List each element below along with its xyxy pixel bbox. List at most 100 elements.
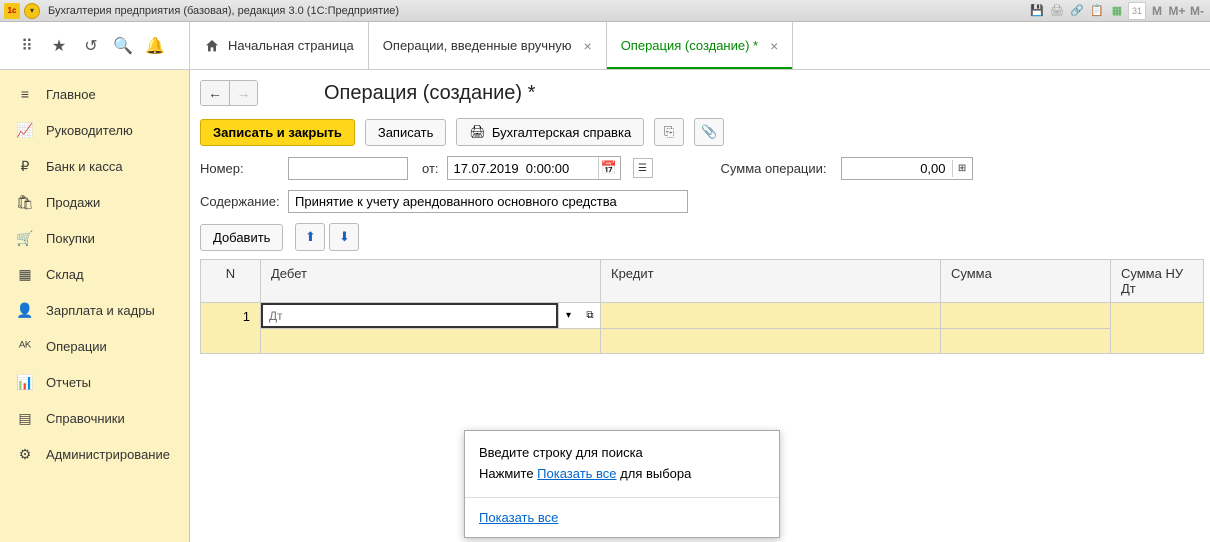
sidebar-item-bank[interactable]: ₽ Банк и касса: [0, 148, 189, 184]
tab-label: Операция (создание) *: [621, 38, 758, 53]
nav-arrows: ← →: [200, 80, 258, 106]
sidebar: ≡Главное 📈 Руководителю ₽ Банк и касса 🛍Пр…: [0, 70, 190, 542]
sidebar-item-operations[interactable]: ᴬᴷОперации: [0, 328, 189, 364]
sum-cell-2[interactable]: [941, 329, 1110, 353]
link-icon[interactable]: 🔗: [1068, 2, 1086, 20]
sidebar-item-warehouse[interactable]: ▦ Склад: [0, 256, 189, 292]
tab-home[interactable]: Начальная страница: [190, 22, 369, 69]
show-all-link[interactable]: Показать все: [479, 510, 558, 525]
move-up-button[interactable]: ⬆: [295, 223, 325, 251]
acct-report-label: Бухгалтерская справка: [492, 125, 631, 140]
debit-subconto[interactable]: [261, 329, 600, 353]
credit-subconto-cell[interactable]: [601, 329, 940, 353]
main-content: ← → Операция (создание) * Записать и зак…: [190, 70, 1210, 542]
close-icon[interactable]: ×: [770, 38, 778, 54]
sidebar-item-manager[interactable]: 📈 Руководителю: [0, 112, 189, 148]
clipboard-icon[interactable]: 📋: [1088, 2, 1106, 20]
open-dialog-icon[interactable]: ⧉: [580, 303, 600, 328]
tab-operation-create[interactable]: Операция (создание) * ×: [607, 22, 794, 69]
chart-icon: 📈: [16, 121, 34, 139]
sidebar-item-label: Склад: [46, 267, 84, 282]
link-tree-button[interactable]: ⎘: [654, 118, 684, 146]
close-icon[interactable]: ×: [584, 38, 592, 54]
date-input[interactable]: [448, 158, 598, 179]
journal-icon: ᴬᴷ: [16, 337, 34, 355]
forward-button[interactable]: →: [229, 81, 257, 105]
tab-home-label: Начальная страница: [228, 38, 354, 53]
window-title: Бухгалтерия предприятия (базовая), редак…: [44, 5, 1024, 17]
sidebar-item-label: Банк и касса: [46, 159, 123, 174]
save-icon[interactable]: 💾: [1028, 2, 1046, 20]
titlebar-dropdown-button[interactable]: ▾: [24, 3, 40, 19]
sidebar-item-label: Администрирование: [46, 447, 170, 462]
save-close-button[interactable]: Записать и закрыть: [200, 119, 355, 146]
bell-icon[interactable]: 🔔: [146, 37, 164, 55]
calendar-icon[interactable]: 📅: [598, 157, 620, 179]
m-button[interactable]: M: [1148, 2, 1166, 20]
star-icon[interactable]: ★: [50, 37, 68, 55]
attach-button[interactable]: 📎: [694, 118, 724, 146]
gear-icon: ⚙: [16, 445, 34, 463]
m-minus-button[interactable]: M-: [1188, 2, 1206, 20]
sidebar-item-hr[interactable]: 👤Зарплата и кадры: [0, 292, 189, 328]
sidebar-item-label: Руководителю: [46, 123, 133, 138]
sidebar-item-main[interactable]: ≡Главное: [0, 76, 189, 112]
home-icon: [204, 38, 220, 54]
table-row: 1 ▾ ⧉: [201, 303, 1203, 353]
sidebar-item-label: Главное: [46, 87, 96, 102]
sidebar-item-label: Отчеты: [46, 375, 91, 390]
dropdown-icon[interactable]: ▾: [558, 303, 578, 328]
sidebar-item-label: Покупки: [46, 231, 95, 246]
top-nav: ⠿ ★ ↺ 🔍 🔔 Начальная страница Операции, в…: [0, 22, 1210, 70]
col-sumnu: Сумма НУ Дт: [1111, 260, 1203, 302]
save-button[interactable]: Записать: [365, 119, 447, 146]
move-down-button[interactable]: ⬇: [329, 223, 359, 251]
col-n: N: [201, 260, 261, 302]
number-label: Номер:: [200, 161, 280, 176]
titlebar: 1c ▾ Бухгалтерия предприятия (базовая), …: [0, 0, 1210, 22]
grid-icon[interactable]: ▦: [1108, 2, 1126, 20]
sidebar-item-purchases[interactable]: 🛒Покупки: [0, 220, 189, 256]
person-icon: 👤: [16, 301, 34, 319]
content-input[interactable]: [288, 190, 688, 213]
sumnu-cell[interactable]: [1111, 303, 1203, 353]
page-title: Операция (создание) *: [324, 82, 535, 105]
search-icon[interactable]: 🔍: [114, 37, 132, 55]
tab-label: Операции, введенные вручную: [383, 38, 572, 53]
row-number: 1: [201, 303, 261, 353]
sum-input[interactable]: [842, 158, 952, 179]
ruble-icon: ₽: [16, 157, 34, 175]
book-icon: ▤: [16, 409, 34, 427]
debit-account-input[interactable]: [261, 303, 558, 328]
entries-table: N Дебет Кредит Сумма Сумма НУ Дт 1 ▾ ⧉: [200, 259, 1204, 354]
sidebar-item-reports[interactable]: 📊 Отчеты: [0, 364, 189, 400]
col-sum: Сумма: [941, 260, 1111, 302]
content-label: Содержание:: [200, 194, 280, 209]
print-icon[interactable]: 🖨: [1048, 2, 1066, 20]
sidebar-item-admin[interactable]: ⚙ Администрирование: [0, 436, 189, 472]
print-icon: 🖨: [469, 124, 486, 140]
acct-report-button[interactable]: 🖨 Бухгалтерская справка: [456, 118, 644, 146]
add-button[interactable]: Добавить: [200, 224, 283, 251]
calendar-icon[interactable]: 31: [1128, 2, 1146, 20]
popup-hint-1: Введите строку для поиска: [479, 443, 765, 464]
history-icon[interactable]: ↺: [82, 37, 100, 55]
bar-chart-icon: 📊: [16, 373, 34, 391]
credit-account-cell[interactable]: [601, 303, 940, 329]
apps-icon[interactable]: ⠿: [18, 37, 36, 55]
m-plus-button[interactable]: M+: [1168, 2, 1186, 20]
number-input[interactable]: [288, 157, 408, 180]
sidebar-item-sales[interactable]: 🛍Продажи: [0, 184, 189, 220]
sum-cell-1[interactable]: [941, 303, 1110, 329]
sum-label: Сумма операции:: [721, 161, 827, 176]
sidebar-item-directories[interactable]: ▤Справочники: [0, 400, 189, 436]
list-mode-button[interactable]: ☰: [633, 158, 653, 178]
search-popup: Введите строку для поиска Нажмите Показа…: [464, 430, 780, 538]
popup-hint-2: Нажмите Показать все для выбора: [479, 464, 765, 485]
show-all-link-inline[interactable]: Показать все: [537, 466, 616, 481]
tab-operations-list[interactable]: Операции, введенные вручную ×: [369, 22, 607, 69]
bag-icon: 🛍: [16, 193, 34, 211]
back-button[interactable]: ←: [201, 81, 229, 105]
calculator-icon[interactable]: ⊞: [952, 160, 972, 177]
boxes-icon: ▦: [16, 265, 34, 283]
